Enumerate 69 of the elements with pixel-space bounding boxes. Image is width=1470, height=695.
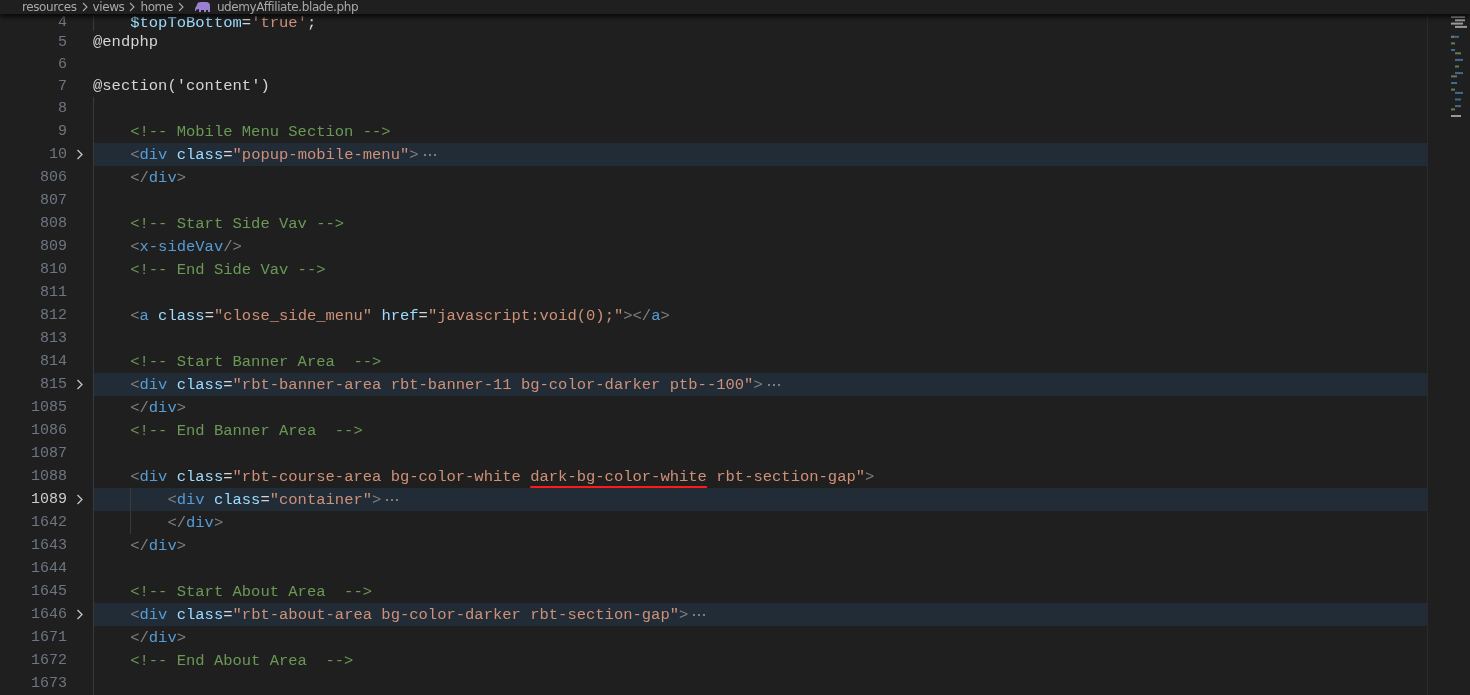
line-number: 1085 <box>30 399 67 416</box>
line-number: 8 <box>57 100 67 117</box>
code-line: <a class="close_side_menu" href="javascript:void(0);"></a> <box>130 306 670 325</box>
chevron-right-icon <box>80 2 89 12</box>
code-line: <!-- End Side Vav --> <box>130 260 326 279</box>
code-line: <div class="container"> <box>167 490 382 509</box>
chevron-right-icon[interactable] <box>76 149 84 160</box>
code-line: <!-- Start Banner Area --> <box>130 352 382 371</box>
code-line: <!-- Mobile Menu Section --> <box>130 122 391 141</box>
chevron-right-icon[interactable] <box>76 379 84 390</box>
ellipsis-icon[interactable] <box>766 382 781 387</box>
code-line: </div> <box>130 168 186 187</box>
line-number: 806 <box>39 169 67 186</box>
chevron-right-icon <box>176 2 185 12</box>
ellipsis-icon[interactable] <box>692 612 707 617</box>
line-number: 1643 <box>30 537 67 554</box>
code-line: <div class="popup-mobile-menu"> <box>130 145 419 164</box>
code-line: <!-- Start Side Vav --> <box>130 214 345 233</box>
code-line: <div class="rbt-about-area bg-color-darker rbt-section-gap"> <box>130 605 689 624</box>
chevron-right-icon[interactable] <box>76 494 84 505</box>
line-number: 5 <box>57 33 67 51</box>
line-number: 1644 <box>30 560 67 577</box>
line-number: 813 <box>39 330 67 347</box>
line-number: 1089 <box>30 491 67 508</box>
line-number: 807 <box>39 192 67 209</box>
line-number: 1088 <box>30 468 67 485</box>
code-line: </div> <box>130 536 186 555</box>
line-number: 10 <box>48 146 67 163</box>
line-number: 1671 <box>30 629 67 646</box>
chevron-right-icon[interactable] <box>76 609 84 620</box>
line-number: 1672 <box>30 652 67 669</box>
minimap-drawing[interactable] <box>1451 16 1467 118</box>
code-line: @endphp <box>93 33 159 51</box>
line-number: 812 <box>39 307 67 324</box>
code-line: </div> <box>130 398 186 417</box>
line-number: 1645 <box>30 583 67 600</box>
code-line: <x-sideVav/> <box>130 237 242 256</box>
breadcrumb-item[interactable]: views <box>92 0 125 14</box>
line-number: 1086 <box>30 422 67 439</box>
line-number: 1673 <box>30 675 67 692</box>
code-line: @section('content') <box>93 77 270 95</box>
breadcrumb-item[interactable]: home <box>140 0 173 14</box>
line-number: 809 <box>39 238 67 255</box>
code-line: $topToBottom='true'; <box>130 13 317 32</box>
line-number: 814 <box>39 353 67 370</box>
line-number: 811 <box>39 284 67 301</box>
code-line: </div> <box>167 513 224 532</box>
line-number: 9 <box>57 123 67 140</box>
line-number: 7 <box>57 77 67 95</box>
line-number: 6 <box>57 55 67 73</box>
breadcrumb-item[interactable]: resources <box>22 0 77 14</box>
elephant-icon <box>194 1 211 13</box>
line-number: 1087 <box>30 445 67 462</box>
ellipsis-icon[interactable] <box>422 152 437 157</box>
code-line: <!-- Start About Area --> <box>130 582 373 601</box>
code-line: <div class="rbt-banner-area rbt-banner-11 bg-color-darker ptb--100"> <box>130 375 763 394</box>
line-number: 815 <box>39 376 67 393</box>
code-line: <!-- End Banner Area --> <box>130 421 363 440</box>
line-number: 4 <box>57 14 67 31</box>
ellipsis-icon[interactable] <box>385 497 400 502</box>
chevron-right-icon <box>128 2 137 12</box>
line-number: 1642 <box>30 514 67 531</box>
code-line: <!-- End About Area --> <box>130 651 354 670</box>
line-number: 808 <box>39 215 67 232</box>
line-number: 810 <box>39 261 67 278</box>
code-line: <div class="rbt-course-area bg-color-white dark-bg-color-white rbt-section-gap"> <box>130 467 875 486</box>
code-line: </div> <box>130 628 186 647</box>
breadcrumb-file[interactable]: udemyAffiliate.blade.php <box>216 0 359 14</box>
line-number: 1646 <box>30 606 67 623</box>
